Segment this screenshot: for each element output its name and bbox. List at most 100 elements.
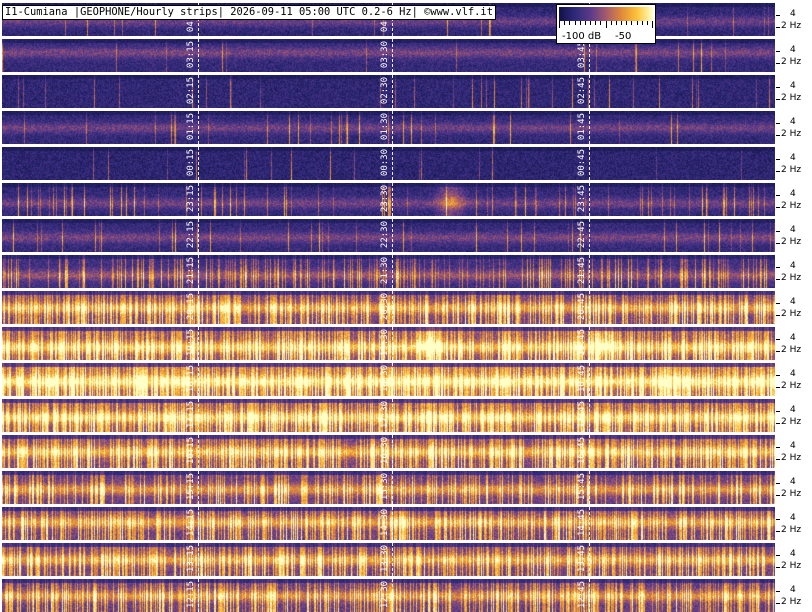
quarter-hour-marker <box>198 543 199 576</box>
quarter-hour-marker <box>198 111 199 144</box>
hour-strip: 03:15 03:30 03:45 <box>2 39 775 72</box>
time-label: 00:45 <box>577 149 587 177</box>
frequency-axis: 4 2 Hz <box>776 255 812 288</box>
time-label: 16:30 <box>380 437 390 465</box>
axis-tick <box>776 351 780 352</box>
quarter-hour-marker <box>198 363 199 396</box>
time-label: 02:45 <box>577 77 587 105</box>
quarter-hour-marker <box>589 255 590 288</box>
quarter-hour-marker <box>589 435 590 468</box>
hour-strip: 16:15 16:30 16:45 <box>2 435 775 468</box>
quarter-hour-marker <box>198 39 199 72</box>
freq-label-2hz: 2 Hz <box>781 561 802 571</box>
time-label: 03:45 <box>577 41 587 69</box>
time-label: 12:15 <box>186 581 196 609</box>
quarter-hour-marker <box>392 579 393 612</box>
hour-strip: 15:15 15:30 15:45 <box>2 471 775 504</box>
page-title: I1-Cumiana |GEOPHONE/Hourly strips| 2026… <box>2 5 496 20</box>
freq-label-4hz: 4 <box>790 405 796 415</box>
legend-ticks <box>559 21 653 29</box>
frequency-axis: 4 2 Hz <box>776 111 812 144</box>
hour-strip: 01:15 01:30 01:45 <box>2 111 775 144</box>
quarter-hour-marker <box>589 75 590 108</box>
quarter-hour-marker <box>392 183 393 216</box>
hour-strip: 02:15 02:30 02:45 <box>2 75 775 108</box>
hour-strip: 20:15 20:30 20:45 <box>2 291 775 324</box>
freq-label-2hz: 2 Hz <box>781 273 802 283</box>
time-label: 03:15 <box>186 41 196 69</box>
freq-label-2hz: 2 Hz <box>781 345 802 355</box>
legend-tick <box>652 21 653 28</box>
hour-strip: 12:15 12:30 12:45 <box>2 579 775 612</box>
time-label: 16:15 <box>186 437 196 465</box>
time-label: 22:45 <box>577 221 587 249</box>
quarter-hour-marker <box>198 291 199 324</box>
time-label: 23:15 <box>186 185 196 213</box>
time-label: 01:15 <box>186 113 196 141</box>
axis-tick <box>776 423 780 424</box>
time-label: 20:30 <box>380 293 390 321</box>
quarter-hour-marker <box>392 507 393 540</box>
axis-tick <box>776 135 780 136</box>
freq-label-4hz: 4 <box>790 441 796 451</box>
frequency-axis: 4 2 Hz <box>776 75 812 108</box>
time-label: 19:45 <box>577 329 587 357</box>
freq-label-2hz: 2 Hz <box>781 489 802 499</box>
legend-color-bar <box>559 7 653 21</box>
quarter-hour-marker <box>392 543 393 576</box>
frequency-axis: 4 2 Hz <box>776 39 812 72</box>
time-label: 03:30 <box>380 41 390 69</box>
quarter-hour-marker <box>589 291 590 324</box>
quarter-hour-marker <box>589 147 590 180</box>
time-label: 17:15 <box>186 401 196 429</box>
frequency-axis: 4 2 Hz <box>776 291 812 324</box>
freq-label-4hz: 4 <box>790 585 796 595</box>
freq-label-2hz: 2 Hz <box>781 453 802 463</box>
quarter-hour-marker <box>392 291 393 324</box>
quarter-hour-marker <box>392 219 393 252</box>
time-label: 01:45 <box>577 113 587 141</box>
freq-label-2hz: 2 Hz <box>781 201 802 211</box>
time-label: 02:30 <box>380 77 390 105</box>
axis-tick <box>776 159 780 160</box>
quarter-hour-marker <box>198 471 199 504</box>
axis-tick <box>776 279 780 280</box>
legend-tick <box>575 21 576 25</box>
axis-tick <box>776 603 780 604</box>
axis-tick <box>776 519 780 520</box>
time-label: 14:15 <box>186 509 196 537</box>
axis-tick <box>776 483 780 484</box>
quarter-hour-marker <box>392 399 393 432</box>
legend-tick <box>621 21 622 25</box>
axis-tick <box>776 87 780 88</box>
freq-label-4hz: 4 <box>790 333 796 343</box>
legend-tick <box>611 21 612 25</box>
legend-tick <box>590 21 591 25</box>
time-label: 13:15 <box>186 545 196 573</box>
freq-label-4hz: 4 <box>790 549 796 559</box>
frequency-axis: 4 2 Hz <box>776 147 812 180</box>
time-label: 15:15 <box>186 473 196 501</box>
frequency-axis: 4 2 Hz <box>776 363 812 396</box>
freq-label-4hz: 4 <box>790 369 796 379</box>
time-label: 18:15 <box>186 365 196 393</box>
color-scale-legend: -100 dB -50 <box>556 4 656 44</box>
freq-label-4hz: 4 <box>790 225 796 235</box>
frequency-axis: 4 2 Hz <box>776 3 812 36</box>
time-label: 18:45 <box>577 365 587 393</box>
quarter-hour-marker <box>589 183 590 216</box>
frequency-axis: 4 2 Hz <box>776 543 812 576</box>
hour-strip: 19:15 19:30 19:45 <box>2 327 775 360</box>
freq-label-4hz: 4 <box>790 45 796 55</box>
time-label: 12:45 <box>577 581 587 609</box>
axis-tick <box>776 339 780 340</box>
time-label: 12:30 <box>380 581 390 609</box>
freq-label-4hz: 4 <box>790 297 796 307</box>
legend-tick <box>585 21 586 25</box>
legend-tick <box>600 21 601 25</box>
quarter-hour-marker <box>198 579 199 612</box>
axis-tick <box>776 231 780 232</box>
quarter-hour-marker <box>392 435 393 468</box>
freq-label-4hz: 4 <box>790 189 796 199</box>
freq-label-2hz: 2 Hz <box>781 57 802 67</box>
